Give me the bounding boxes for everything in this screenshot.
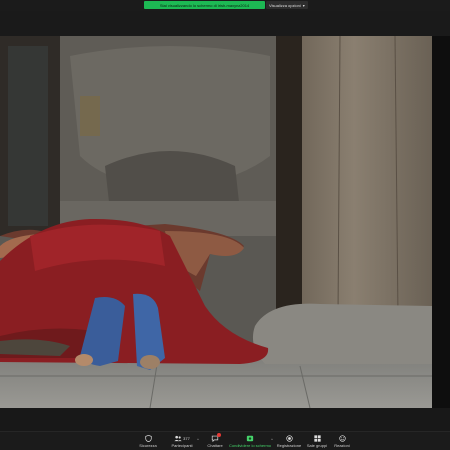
share-screen-icon — [246, 434, 255, 442]
view-options-label: Visualizza opzioni — [269, 2, 301, 8]
participants-options-caret[interactable]: ^ — [197, 437, 199, 442]
chat-label: Chattare — [207, 443, 223, 448]
view-options-button[interactable]: Visualizza opzioni ▾ — [266, 1, 308, 9]
breakout-rooms-label: Sale gruppi — [306, 443, 328, 448]
chevron-down-icon: ▾ — [302, 2, 305, 8]
shared-photo — [0, 36, 432, 408]
share-banner-text: Stai visualizzando lo schermo di irish-m… — [159, 2, 250, 8]
meeting-toolbar: Sicurezza 377 Partecipanti ^ Chattare Co… — [0, 431, 450, 450]
lower-strip — [0, 408, 450, 431]
chat-notification-badge — [216, 433, 221, 437]
reactions-icon — [338, 434, 347, 442]
participants-button[interactable]: 377 Partecipanti — [168, 434, 196, 450]
screen-share-banner: Stai visualizzando lo schermo di irish-m… — [144, 1, 265, 9]
security-label: Sicurezza — [139, 443, 157, 448]
chat-button[interactable]: Chattare — [206, 433, 224, 450]
share-screen-button[interactable]: Condividere lo schermo — [229, 434, 271, 450]
breakout-rooms-button[interactable]: Sale gruppi — [306, 434, 328, 450]
reactions-label: Reazioni — [334, 443, 350, 448]
shield-icon — [144, 434, 153, 442]
security-button[interactable]: Sicurezza — [138, 434, 158, 450]
reactions-button[interactable]: Reazioni — [332, 434, 352, 450]
breakout-rooms-icon — [313, 434, 322, 442]
shared-screen — [0, 36, 432, 408]
record-button[interactable]: Registrazione — [277, 434, 301, 450]
participants-count: 377 — [183, 435, 190, 441]
right-margin — [432, 36, 450, 408]
participants-icon — [174, 435, 182, 441]
share-screen-label: Condividere lo schermo — [228, 443, 272, 448]
top-strip — [0, 11, 450, 36]
top-bar: Stai visualizzando lo schermo di irish-m… — [0, 0, 450, 11]
record-icon — [285, 434, 294, 442]
share-screen-options-caret[interactable]: ^ — [271, 437, 273, 442]
record-label: Registrazione — [276, 443, 302, 448]
participants-label: Partecipanti — [171, 443, 193, 448]
